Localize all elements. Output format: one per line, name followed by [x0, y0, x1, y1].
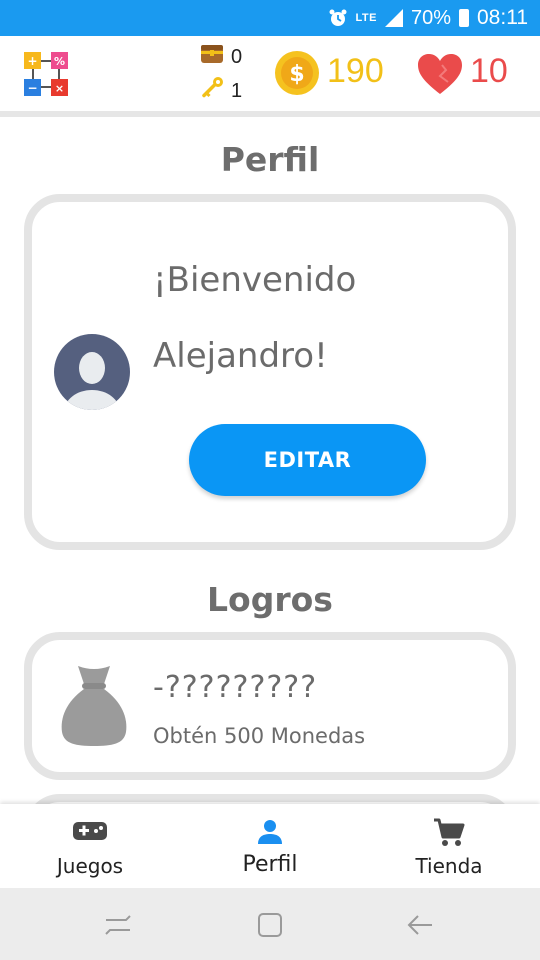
svg-text:%: % [54, 55, 65, 68]
network-label: LTE [355, 12, 377, 24]
svg-text:×: × [55, 82, 64, 95]
header-divider [0, 111, 540, 117]
achievement-description: Obtén 500 Monedas [153, 724, 366, 748]
avatar[interactable] [54, 334, 130, 410]
user-name: Alejandro! [153, 336, 328, 376]
signal-icon [384, 9, 403, 27]
battery-percent: 70% [410, 6, 451, 29]
gamepad-icon [73, 822, 107, 840]
svg-text:$: $ [289, 62, 304, 87]
nav-label-profile: Perfil [242, 852, 298, 877]
recent-apps-icon[interactable] [104, 912, 132, 938]
achievements-title: Logros [207, 580, 333, 619]
nav-item-profile[interactable]: Perfil [220, 804, 320, 888]
profile-card: ¡Bienvenido Alejandro! EDITAR [24, 194, 516, 550]
status-bar: LTE 70% 08:11 [0, 0, 540, 36]
avatar-icon [54, 334, 130, 410]
key-count: 1 [231, 80, 243, 102]
edit-profile-button[interactable]: EDITAR [189, 424, 426, 496]
nav-label-store: Tienda [415, 854, 483, 878]
home-icon[interactable] [256, 912, 284, 938]
bottom-navigation: Juegos Perfil Tienda [0, 804, 540, 888]
system-navigation-bar [0, 888, 540, 960]
top-header: + % − × 0 1 $ 190 10 [0, 36, 540, 114]
achievement-title: -????????? [153, 670, 318, 705]
nav-item-games[interactable]: Juegos [40, 804, 140, 888]
heart-icon [418, 54, 462, 94]
back-icon[interactable] [406, 912, 434, 938]
chest-icon [201, 45, 223, 63]
page-title: Perfil [220, 140, 320, 179]
welcome-text: ¡Bienvenido [153, 260, 357, 300]
svg-text:+: + [27, 54, 37, 68]
alarm-icon [329, 9, 346, 26]
person-icon [258, 820, 282, 844]
nav-label-games: Juegos [56, 854, 124, 878]
nav-item-store[interactable]: Tienda [399, 804, 499, 888]
cart-icon [434, 818, 465, 846]
key-icon [202, 77, 223, 98]
moneybag-icon [61, 666, 127, 746]
battery-icon [459, 9, 469, 27]
clock: 08:11 [477, 6, 528, 29]
app-logo[interactable]: + % − × [22, 50, 70, 98]
svg-text:−: − [27, 81, 37, 95]
lives-count: 10 [470, 52, 508, 90]
achievement-card[interactable]: -????????? Obtén 500 Monedas [24, 632, 516, 780]
coin-count: 190 [327, 52, 384, 90]
chest-count: 0 [231, 46, 243, 68]
coin-icon: $ [275, 51, 319, 95]
